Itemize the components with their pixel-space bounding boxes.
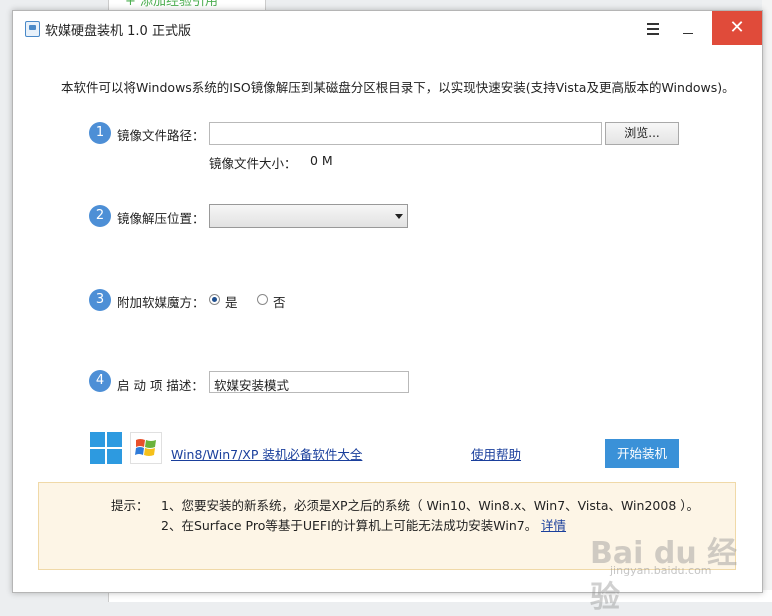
notice-title: 提示：: [111, 498, 149, 513]
browse-button[interactable]: 浏览...: [605, 122, 679, 145]
help-link[interactable]: 使用帮助: [471, 444, 521, 463]
step-3-badge: 3: [89, 289, 111, 311]
details-link[interactable]: 详情: [541, 515, 566, 534]
installer-window: 软媒硬盘装机 1.0 正式版 ✕ 本软件可以将Windows系统的ISO镜像解压…: [12, 10, 763, 593]
step-2-label: 镜像解压位置：: [117, 211, 205, 226]
watermark-sub: jingyan.baidu.com: [610, 564, 712, 577]
attach-cube-yes-radio[interactable]: [209, 294, 220, 305]
baidu-watermark: Bai du 经验 jingyan.baidu.com: [590, 528, 760, 615]
app-disk-icon: [25, 21, 40, 37]
step-3-label: 附加软媒魔方：: [117, 295, 205, 310]
notice-line-2: 2、在Surface Pro等基于UEFI的计算机上可能无法成功安装Win7。: [161, 518, 538, 533]
step-1-label: 镜像文件路径：: [117, 128, 205, 143]
image-size-label: 镜像文件大小：: [209, 156, 297, 171]
close-icon[interactable]: ✕: [712, 11, 762, 45]
background-right-edge: [762, 0, 772, 602]
window-title: 软媒硬盘装机 1.0 正式版: [45, 24, 191, 39]
windows8-logo-icon[interactable]: [90, 432, 122, 464]
step-4-badge: 4: [89, 370, 111, 392]
step-4-label: 启 动 项 描述：: [117, 378, 204, 393]
background-tab-label: + 添加经验引用: [125, 0, 219, 9]
chevron-down-icon: [395, 214, 403, 219]
attach-cube-no-label[interactable]: 否: [273, 292, 286, 311]
boot-description-input[interactable]: 软媒安装模式: [209, 371, 409, 393]
title-bar[interactable]: 软媒硬盘装机 1.0 正式版 ✕: [13, 11, 762, 45]
start-install-button[interactable]: 开始装机: [605, 439, 679, 468]
extract-location-select[interactable]: [209, 204, 408, 228]
attach-cube-no-radio[interactable]: [257, 294, 268, 305]
notice-line-1: 1、您要安装的新系统，必须是XP之后的系统（ Win10、Win8.x、Win7…: [161, 498, 699, 513]
minimize-icon[interactable]: [675, 18, 701, 40]
step-2-badge: 2: [89, 205, 111, 227]
windows-xp-logo-icon[interactable]: [130, 432, 162, 464]
software-collection-link[interactable]: Win8/Win7/XP 装机必备软件大全: [171, 444, 362, 463]
image-path-input[interactable]: [209, 122, 602, 145]
intro-text: 本软件可以将Windows系统的ISO镜像解压到某磁盘分区根目录下，以实现快速安…: [61, 80, 735, 95]
image-size-value: 0 M: [310, 153, 333, 168]
step-1-badge: 1: [89, 122, 111, 144]
attach-cube-yes-label[interactable]: 是: [225, 292, 238, 311]
hamburger-menu-icon[interactable]: [641, 18, 665, 40]
